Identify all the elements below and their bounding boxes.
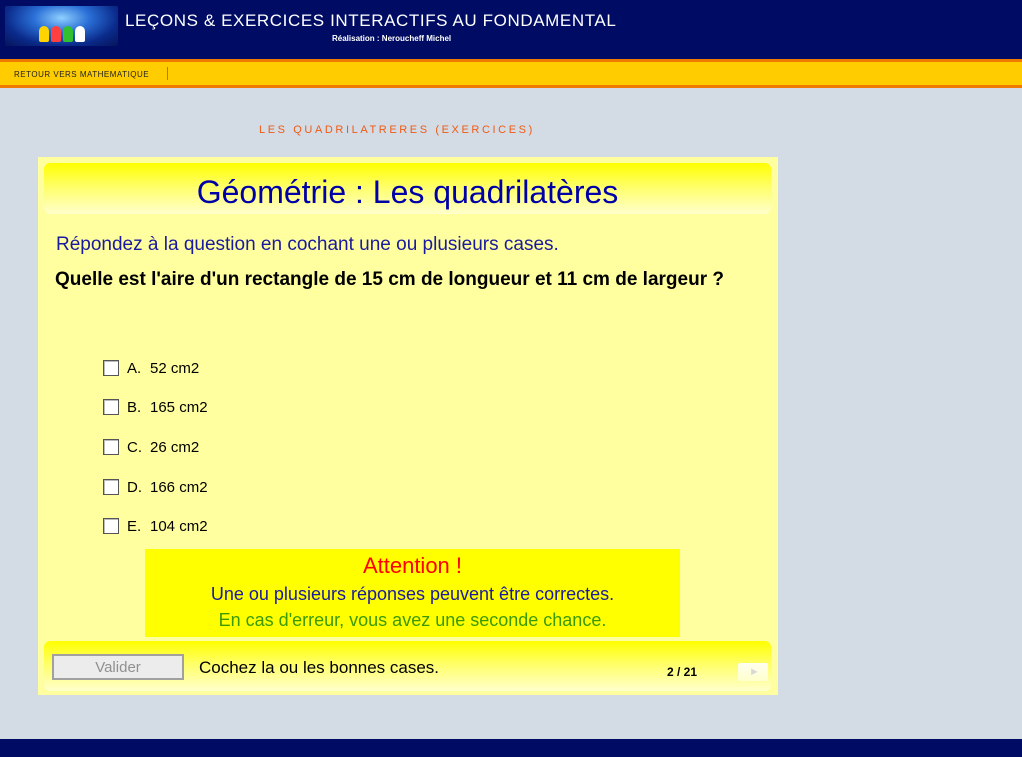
option-d-letter: D.	[127, 479, 142, 496]
option-e-value: 104 cm2	[150, 518, 208, 535]
attention-line-1: Une ou plusieurs réponses peuvent être c…	[210, 584, 615, 604]
quiz-instruction: Répondez à la question en cochant une ou…	[56, 234, 559, 255]
validate-button[interactable]: Valider	[52, 654, 184, 680]
option-b-checkbox[interactable]	[103, 399, 119, 415]
quiz-panel: Géométrie : Les quadrilatères Répondez à…	[38, 157, 778, 695]
quiz-footer-band: Valider Cochez la ou les bonnes cases. 2…	[44, 641, 771, 691]
quiz-title-band: Géométrie : Les quadrilatères	[44, 163, 771, 214]
option-c-checkbox[interactable]	[103, 439, 119, 455]
back-to-math-link[interactable]: RETOUR VERS MATHEMATIQUE	[14, 70, 149, 79]
option-d-value: 166 cm2	[150, 479, 208, 496]
option-c-letter: C.	[127, 439, 142, 456]
option-a-checkbox[interactable]	[103, 360, 119, 376]
arrow-right-icon: ►	[749, 666, 760, 678]
option-c-value: 26 cm2	[150, 439, 200, 456]
attention-box: Attention ! Une ou plusieurs réponses pe…	[145, 549, 680, 637]
option-e-letter: E.	[127, 518, 142, 535]
site-subtitle: Réalisation : Neroucheff Michel	[332, 34, 452, 43]
attention-heading: Attention !	[362, 553, 463, 578]
option-e-checkbox[interactable]	[103, 518, 119, 534]
attention-line-2: En cas d'erreur, vous avez une seconde c…	[218, 610, 607, 630]
site-title: LEÇONS & EXERCICES INTERACTIFS AU FONDAM…	[125, 11, 617, 30]
option-b-value: 165 cm2	[150, 399, 208, 416]
nav-divider	[167, 67, 168, 80]
site-header: LEÇONS & EXERCICES INTERACTIFS AU FONDAM…	[0, 0, 1022, 59]
quiz-question: Quelle est l'aire d'un rectangle de 15 c…	[55, 269, 724, 290]
option-b-letter: B.	[127, 399, 142, 416]
question-counter: 2 / 21	[667, 665, 698, 679]
site-logo	[5, 6, 118, 46]
quiz-hint: Cochez la ou les bonnes cases.	[199, 658, 440, 677]
option-a-letter: A.	[127, 360, 142, 377]
next-question-button[interactable]: ►	[738, 663, 768, 681]
nav-bar: RETOUR VERS MATHEMATIQUE	[0, 59, 1022, 88]
site-footer	[0, 739, 1022, 757]
section-title: LES QUADRILATRERES (EXERCICES)	[259, 124, 535, 136]
quiz-title: Géométrie : Les quadrilatères	[196, 174, 619, 210]
option-d-checkbox[interactable]	[103, 479, 119, 495]
option-a-value: 52 cm2	[150, 360, 200, 377]
